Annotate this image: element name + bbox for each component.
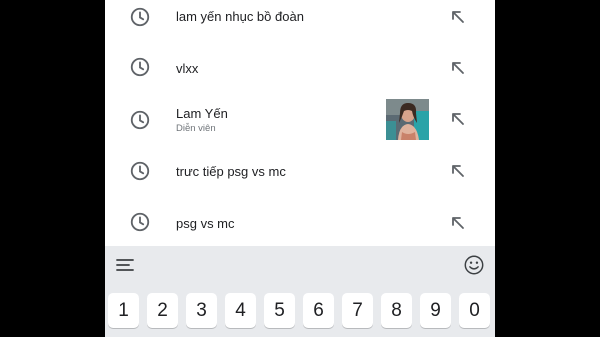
phone-screen: lam yến nhục bồ đoàn vlxx Lam Yến Diễn v [105, 0, 495, 337]
fill-query-arrow-icon[interactable] [450, 163, 466, 179]
on-screen-keyboard: 1 2 3 4 5 6 7 8 9 0 [105, 246, 495, 337]
key-3[interactable]: 3 [186, 293, 217, 328]
emoji-smiley-icon[interactable] [463, 254, 485, 276]
search-suggestions-list: lam yến nhục bồ đoàn vlxx Lam Yến Diễn v [105, 0, 495, 246]
fill-query-arrow-icon[interactable] [450, 9, 466, 25]
suggestion-item[interactable]: Lam Yến Diễn viên [105, 95, 495, 147]
key-9[interactable]: 9 [420, 293, 451, 328]
history-clock-icon [130, 57, 150, 77]
fill-query-arrow-icon[interactable] [450, 111, 466, 127]
suggestion-label: vlxx [176, 61, 199, 76]
suggestion-label: trưc tiếp psg vs mc [176, 164, 286, 179]
key-4[interactable]: 4 [225, 293, 256, 328]
suggestion-item[interactable]: trưc tiếp psg vs mc [105, 147, 495, 199]
keyboard-toolbar [105, 246, 495, 285]
history-clock-icon [130, 110, 150, 130]
suggestion-label: lam yến nhục bồ đoàn [176, 9, 304, 24]
history-clock-icon [130, 161, 150, 181]
key-6[interactable]: 6 [303, 293, 334, 328]
suggestion-label: Lam Yến [176, 106, 228, 121]
suggestion-item[interactable]: vlxx [105, 43, 495, 95]
key-1[interactable]: 1 [108, 293, 139, 328]
history-clock-icon [130, 212, 150, 232]
key-5[interactable]: 5 [264, 293, 295, 328]
key-8[interactable]: 8 [381, 293, 412, 328]
fill-query-arrow-icon[interactable] [450, 215, 466, 231]
history-clock-icon [130, 7, 150, 27]
suggestion-sublabel: Diễn viên [176, 123, 216, 134]
menu-lines-icon[interactable] [116, 258, 134, 272]
suggestion-item[interactable]: lam yến nhục bồ đoàn [105, 0, 495, 43]
entity-thumbnail [386, 99, 429, 140]
suggestion-item[interactable]: psg vs mc [105, 199, 495, 251]
fill-query-arrow-icon[interactable] [450, 60, 466, 76]
key-7[interactable]: 7 [342, 293, 373, 328]
key-0[interactable]: 0 [459, 293, 490, 328]
key-2[interactable]: 2 [147, 293, 178, 328]
suggestion-label: psg vs mc [176, 216, 235, 231]
